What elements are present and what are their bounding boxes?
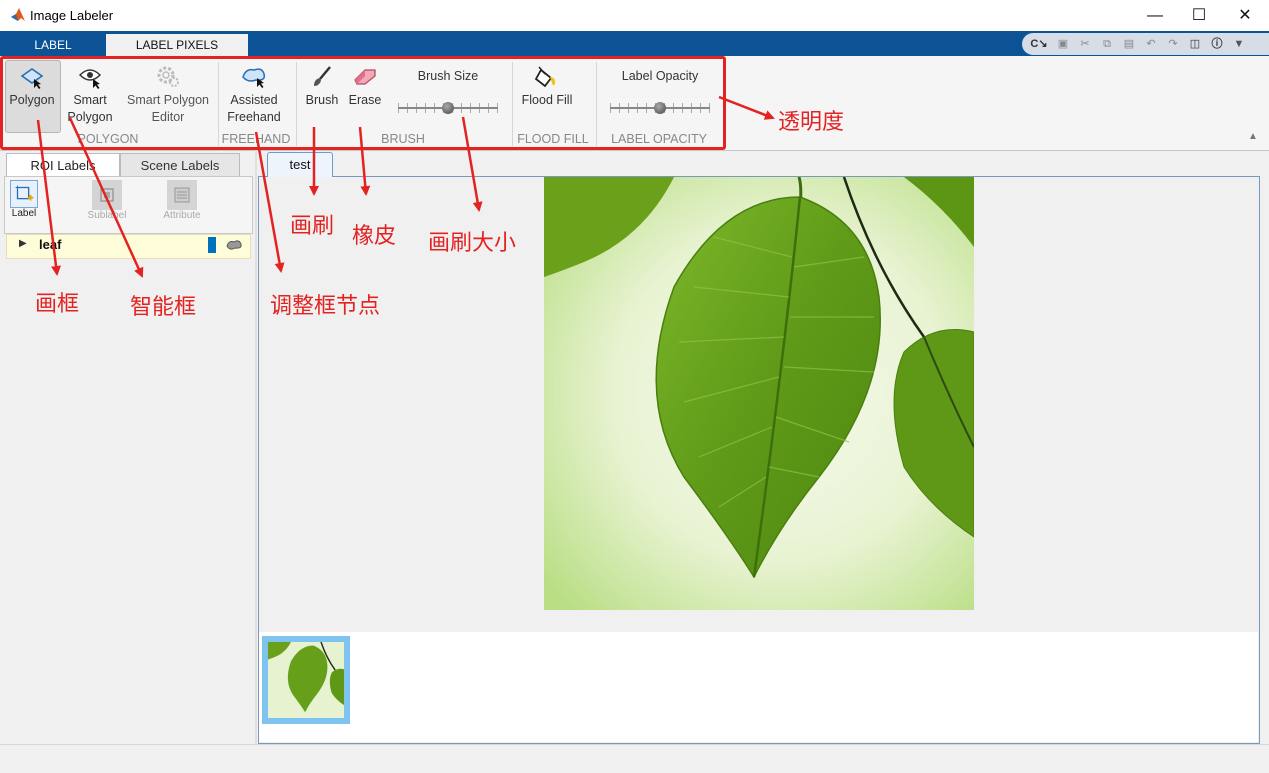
thumbnail-image[interactable] <box>268 642 344 718</box>
annotation-brush: 画刷 <box>290 214 335 239</box>
add-label-text: Label <box>11 208 37 219</box>
leaf-image[interactable] <box>544 177 974 610</box>
annotation-eraser: 橡皮 <box>352 224 397 249</box>
redo-icon[interactable]: ↷ <box>1164 36 1182 52</box>
add-sublabel-button[interactable]: Sublabel <box>80 180 134 221</box>
annotation-adjust-nodes: 调整框节点 <box>270 294 381 319</box>
search-icon[interactable]: C↘ <box>1030 36 1048 52</box>
add-label-icon <box>10 180 38 208</box>
matlab-logo-icon <box>11 8 25 21</box>
window-title: Image Labeler <box>30 8 114 23</box>
panel-divider[interactable] <box>255 150 257 744</box>
collapse-ribbon-icon[interactable]: ▲ <box>1248 131 1258 142</box>
status-bar <box>0 744 1269 773</box>
attribute-icon <box>167 180 197 210</box>
layout-icon[interactable]: ◫ <box>1186 36 1204 52</box>
paste-icon[interactable]: ▤ <box>1120 36 1138 52</box>
tab-label-pixels[interactable]: LABEL PIXELS <box>106 34 248 56</box>
tab-label[interactable]: LABEL <box>3 34 103 56</box>
document-tab-test[interactable]: test <box>267 152 333 177</box>
filmstrip <box>259 632 1258 742</box>
annotation-polygon: 画框 <box>35 292 80 317</box>
attribute-text: Attribute <box>163 210 201 221</box>
sublabel-icon <box>92 180 122 210</box>
annotation-opacity: 透明度 <box>778 110 845 135</box>
expand-arrow-icon[interactable]: ▶ <box>19 238 27 249</box>
annotation-smart-polygon: 智能框 <box>130 295 197 320</box>
close-icon[interactable]: ✕ <box>1222 0 1268 31</box>
annotation-brush-size: 画刷大小 <box>428 231 517 256</box>
add-attribute-button[interactable]: Attribute <box>154 180 210 221</box>
chevron-down-icon[interactable]: ▼ <box>1230 36 1248 52</box>
label-color-swatch <box>208 237 216 253</box>
save-icon[interactable]: ▣ <box>1054 36 1072 52</box>
left-panel <box>0 258 254 744</box>
title-bar <box>0 0 1269 32</box>
copy-icon[interactable]: ⧉ <box>1098 36 1116 52</box>
tab-roi-labels[interactable]: ROI Labels <box>6 153 120 177</box>
undo-icon[interactable]: ↶ <box>1142 36 1160 52</box>
annotation-highlight-box <box>0 56 726 150</box>
pixel-label-icon <box>226 240 242 250</box>
add-label-button[interactable]: Label <box>8 180 40 219</box>
tab-scene-labels[interactable]: Scene Labels <box>120 153 240 177</box>
sublabel-text: Sublabel <box>87 210 127 221</box>
cut-icon[interactable]: ✂ <box>1076 36 1094 52</box>
label-name-leaf: leaf <box>39 237 62 252</box>
minimize-icon[interactable]: — <box>1132 0 1178 31</box>
help-icon[interactable]: ⓘ <box>1208 36 1226 52</box>
maximize-icon[interactable]: ☐ <box>1176 0 1222 31</box>
